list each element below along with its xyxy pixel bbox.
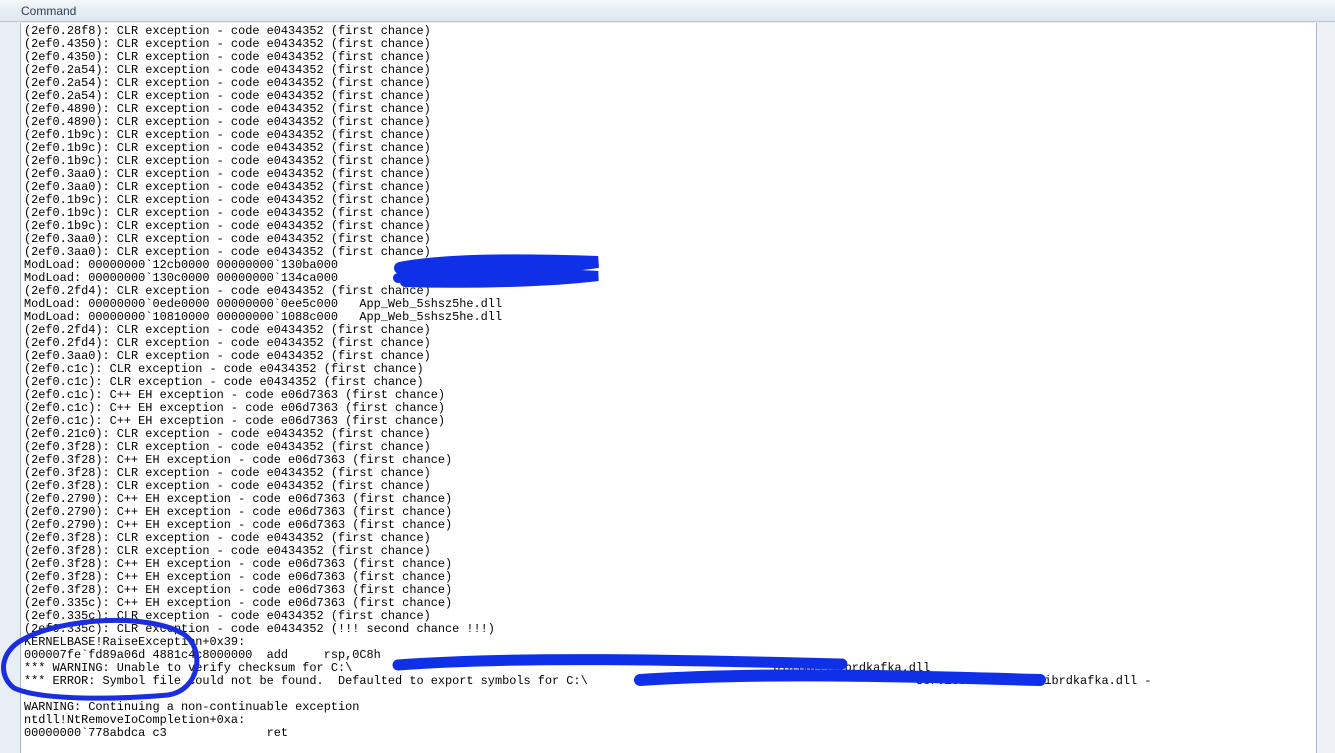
output-lines: (2ef0.28f8): CLR exception - code e04343…: [24, 25, 1151, 740]
command-window-titlebar: Command: [0, 0, 1335, 22]
output-line: 00000000`778abdca c3 ret: [24, 726, 289, 740]
vertical-scrollbar[interactable]: [1317, 23, 1335, 753]
output-line: *** ERROR: Symbol file could not be foun…: [24, 674, 1152, 688]
window-title: Command: [21, 4, 77, 18]
command-output-pane[interactable]: (2ef0.28f8): CLR exception - code e04343…: [20, 23, 1317, 753]
